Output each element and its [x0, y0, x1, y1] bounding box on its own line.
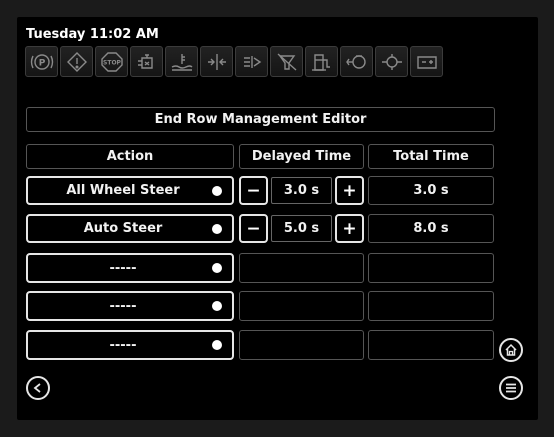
total-cell-empty [368, 253, 494, 283]
status-dot [212, 185, 222, 196]
delay-decrease-button[interactable]: − [239, 214, 268, 243]
action-label: Auto Steer [83, 221, 163, 236]
delay-value-text: 5.0 s [283, 221, 320, 236]
home-icon [505, 343, 517, 356]
delay-increase-button[interactable]: + [335, 214, 364, 243]
home-button[interactable] [499, 338, 523, 362]
action-label: ----- [109, 298, 137, 314]
action-button-all-wheel-steer[interactable]: All Wheel Steer [26, 176, 234, 205]
coolant-temperature-icon [165, 46, 198, 77]
status-dot [212, 263, 222, 273]
delay-decrease-button[interactable]: − [239, 176, 268, 205]
delay-cell-empty [239, 253, 364, 283]
chevron-left-icon [33, 383, 41, 393]
stop-icon: STOP [95, 46, 128, 77]
total-cell-empty [368, 330, 494, 360]
svg-text:STOP: STOP [103, 59, 122, 66]
action-button-empty[interactable]: ----- [26, 253, 234, 283]
transmission-icon [235, 46, 268, 77]
oil-pressure-icon [340, 46, 373, 77]
svg-text:P: P [38, 58, 45, 68]
battery-icon [410, 46, 443, 77]
menu-icon [506, 383, 516, 393]
plus-icon: + [342, 180, 357, 201]
action-button-empty[interactable]: ----- [26, 291, 234, 321]
action-button-empty[interactable]: ----- [26, 330, 234, 360]
back-button[interactable] [26, 376, 50, 400]
header-action-label: Action [106, 149, 154, 164]
action-label: All Wheel Steer [66, 183, 180, 198]
header-delayed-label: Delayed Time [251, 149, 352, 164]
parking-brake-icon: P [25, 46, 58, 77]
delay-value: 3.0 s [271, 177, 332, 204]
menu-button[interactable] [499, 376, 523, 400]
total-time-value: 8.0 s [368, 214, 494, 243]
warning-icon [60, 46, 93, 77]
total-time-text: 8.0 s [413, 221, 449, 236]
delay-increase-button[interactable]: + [335, 176, 364, 205]
action-label: ----- [109, 337, 137, 353]
minus-icon: − [246, 218, 261, 239]
delay-value: 5.0 s [271, 215, 332, 242]
status-dot [212, 301, 222, 311]
axle-icon [375, 46, 408, 77]
delay-cell-empty [239, 291, 364, 321]
editor-title: End Row Management Editor [26, 107, 495, 132]
total-cell-empty [368, 291, 494, 321]
header-total-label: Total Time [393, 149, 469, 164]
status-dot [212, 340, 222, 350]
status-datetime: Tuesday 11:02 AM [26, 27, 159, 42]
header-delayed-time: Delayed Time [239, 144, 364, 169]
display-screen: Tuesday 11:02 AM P STOP End Row Manageme… [17, 17, 538, 420]
header-total-time: Total Time [368, 144, 494, 169]
engine-icon [130, 46, 163, 77]
filter-restriction-icon [270, 46, 303, 77]
hydraulic-icon [200, 46, 233, 77]
header-action: Action [26, 144, 234, 169]
action-button-auto-steer[interactable]: Auto Steer [26, 214, 234, 243]
delay-cell-empty [239, 330, 364, 360]
action-label: ----- [109, 260, 137, 276]
total-time-text: 3.0 s [413, 183, 449, 198]
status-dot [212, 223, 222, 234]
delay-value-text: 3.0 s [283, 183, 320, 198]
minus-icon: − [246, 180, 261, 201]
fuel-icon [305, 46, 338, 77]
plus-icon: + [342, 218, 357, 239]
total-time-value: 3.0 s [368, 176, 494, 205]
editor-title-text: End Row Management Editor [154, 112, 367, 127]
